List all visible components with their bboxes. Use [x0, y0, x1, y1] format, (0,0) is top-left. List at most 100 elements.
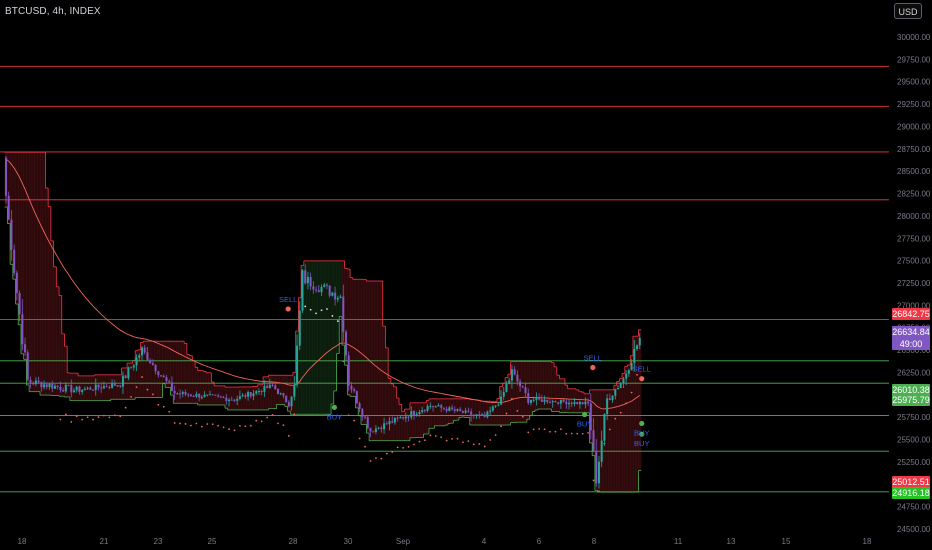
candle-body: [434, 406, 437, 408]
candle-body: [282, 393, 285, 396]
candle-body: [565, 401, 568, 405]
candle-body: [268, 384, 271, 389]
price-chart-svg[interactable]: SELL BUY SELL BUY SELL BUY BUY 30000.00 29750.0…: [0, 0, 932, 550]
price-axis-label: 27750.00: [897, 234, 931, 243]
candle-body: [83, 388, 86, 391]
trailing-stop-dot: [103, 414, 105, 417]
trailing-stop-dot: [521, 415, 524, 418]
candle-body: [459, 409, 462, 411]
candle-body: [301, 270, 304, 311]
resistance-band: [34, 152, 38, 392]
candle-body: [614, 389, 617, 396]
candle-body: [195, 394, 198, 397]
candle-body: [29, 379, 32, 383]
support-band: [314, 260, 318, 415]
resistance-band: [630, 355, 634, 493]
candle-body: [445, 408, 448, 412]
trailing-stop-dot: [516, 410, 519, 412]
resistance-band: [401, 411, 405, 441]
candle-body: [45, 384, 48, 388]
trailing-stop-dot: [570, 432, 573, 435]
trailing-stop-dot: [592, 479, 595, 482]
price-axis-label: 29000.00: [897, 122, 931, 131]
resistance-band: [282, 375, 286, 405]
candle-body: [293, 384, 296, 397]
candle-body: [320, 287, 323, 293]
time-axis-label: 25: [208, 537, 217, 546]
resistance-band: [624, 366, 628, 493]
candle-body: [584, 401, 587, 405]
resistance-band: [91, 375, 95, 401]
support-band: [320, 260, 324, 415]
candle-body: [410, 411, 413, 418]
candle-body: [638, 338, 641, 346]
trailing-stop-dot: [277, 422, 279, 425]
price-axis-label: 25750.00: [897, 413, 931, 422]
trailing-stop-dot: [413, 443, 415, 446]
signal-marker: [285, 306, 291, 312]
candle-body: [535, 397, 538, 400]
price-axis-label: 29500.00: [897, 78, 931, 87]
resistance-band: [205, 372, 209, 405]
trailing-stop-dot: [402, 447, 405, 449]
candle-body: [456, 409, 459, 411]
resistance-band: [360, 279, 364, 425]
signal-marker: [639, 376, 645, 382]
trailing-stop-dot: [287, 434, 290, 437]
time-axis-label: 6: [537, 537, 542, 546]
candle-body: [527, 393, 530, 403]
candle-body: [421, 410, 424, 413]
resistance-band: [105, 374, 109, 401]
resistance-band: [570, 388, 574, 413]
candle-body: [214, 394, 217, 396]
candle-body: [168, 381, 171, 383]
trailing-stop-dot: [124, 406, 127, 409]
candle-body: [127, 367, 130, 379]
candle-body: [481, 414, 483, 416]
resistance-band: [622, 373, 626, 493]
trailing-stop-dot: [75, 415, 78, 418]
candle-body: [73, 390, 75, 393]
candle-body: [89, 387, 92, 390]
trailing-stop-dot: [260, 420, 263, 423]
trailing-stop-dot: [135, 386, 138, 388]
resistance-band: [279, 375, 283, 405]
candle-body: [625, 373, 628, 379]
candle-body: [472, 414, 475, 416]
candle-body: [432, 405, 435, 407]
candle-body: [464, 410, 467, 413]
candle-body: [627, 370, 630, 374]
trailing-stop-dot: [151, 393, 154, 396]
candle-body: [51, 383, 54, 389]
trailing-stop-dot: [630, 391, 633, 394]
candle-body: [576, 402, 579, 405]
candle-body: [339, 296, 342, 298]
candle-body: [578, 402, 581, 405]
signal-marker: [639, 420, 645, 427]
trailing-stop-dot: [619, 411, 622, 414]
currency-button[interactable]: USD: [894, 3, 922, 19]
candle-body: [592, 430, 595, 451]
symbol-title[interactable]: BTCUSD, 4h, INDEX: [5, 6, 101, 17]
candle-body: [271, 384, 274, 386]
chart-area[interactable]: SELL BUY SELL BUY SELL BUY BUY 30000.00 29750.0…: [0, 0, 932, 550]
trailing-stop-dot: [293, 413, 296, 416]
price-axis-label: 28750.00: [897, 145, 931, 154]
candle-body: [374, 428, 377, 432]
signal-label: SELL: [633, 365, 651, 374]
candle-body: [13, 249, 16, 273]
trailing-stop-dot: [538, 428, 541, 430]
resistance-band: [635, 336, 639, 493]
trailing-stop-dot: [108, 416, 111, 419]
price-tag: 24916.18: [892, 487, 930, 499]
candle-body: [75, 386, 78, 391]
trailing-stop-dot: [211, 423, 214, 426]
candle-body: [355, 391, 358, 404]
candle-body: [581, 402, 584, 405]
candle-body: [532, 399, 535, 401]
trailing-stop-dot: [190, 424, 192, 427]
trailing-stop-dot: [130, 395, 133, 398]
resistance-band: [532, 361, 536, 412]
trailing-stop-dot: [326, 308, 328, 310]
candle-body: [70, 385, 73, 393]
